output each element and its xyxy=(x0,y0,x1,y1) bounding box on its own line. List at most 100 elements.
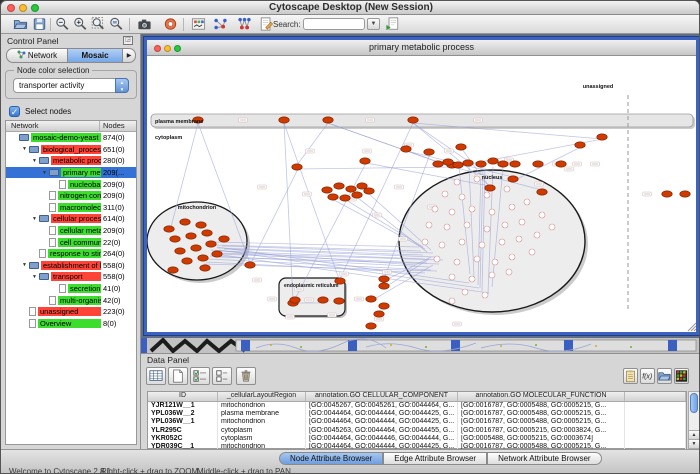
table-cell[interactable] xyxy=(625,418,686,426)
table-cell[interactable]: [GO:0044464, GO:0044444, GO:0044425, G..… xyxy=(306,418,458,426)
tree-row-unassigned[interactable]: unassigned223(0) xyxy=(6,306,136,318)
table-cell[interactable] xyxy=(625,427,686,435)
column-header[interactable] xyxy=(625,392,686,401)
expander-icon[interactable]: ▼ xyxy=(32,274,39,280)
table-cell[interactable]: [GO:0016787, GO:0005488, GO:0005215, G..… xyxy=(458,402,625,410)
scrollbar-thumb[interactable] xyxy=(690,393,698,413)
dropdown-stepper-icon[interactable]: ▲▼ xyxy=(115,78,129,93)
table-row[interactable]: YKR052Ccytoplasm[GO:0044464, GO:0044446,… xyxy=(148,435,686,443)
import-attributes-icon[interactable] xyxy=(657,368,672,384)
table-cell[interactable] xyxy=(625,435,686,443)
zoom-selected-region-icon[interactable] xyxy=(109,17,125,32)
tree-row-overview[interactable]: Overview8(0) xyxy=(6,318,136,330)
table-cell[interactable]: cytoplasm xyxy=(218,435,306,443)
table-row[interactable]: YPL036W__1mitochondrion[GO:0044464, GO:0… xyxy=(148,418,686,426)
tab-network[interactable]: Network xyxy=(6,48,67,63)
expander-icon[interactable]: ▼ xyxy=(32,158,39,164)
search-options-icon[interactable] xyxy=(385,17,401,32)
tree-row-response-to-stimulu[interactable]: response to stimulu264(0) xyxy=(6,248,136,260)
network-window-titlebar[interactable]: primary metabolic process xyxy=(147,40,696,56)
table-cell[interactable]: [GO:0016787, GO:0005488, GO:0005215, G..… xyxy=(458,418,625,426)
attribute-table-header[interactable]: ID_cellularLayoutRegionannotation.GO CEL… xyxy=(148,392,686,402)
float-panel-icon[interactable]: ◲ xyxy=(123,36,133,45)
table-cell[interactable]: YPL036W__1 xyxy=(148,418,218,426)
save-session-icon[interactable] xyxy=(32,17,48,32)
table-cell[interactable]: [GO:0016787, GO:0005215, GO:0003824, G..… xyxy=(458,427,625,435)
table-cell[interactable]: YKR052C xyxy=(148,435,218,443)
tab-overflow-button[interactable]: ▶ xyxy=(123,48,136,63)
tree-row-cellular-process[interactable]: ▼cellular process614(0) xyxy=(6,213,136,225)
tree-row-metabolic-process[interactable]: ▼metabolic process280(0) xyxy=(6,155,136,167)
table-row[interactable]: YJR121W__1mitochondrion[GO:0045267, GO:0… xyxy=(148,402,686,410)
table-cell[interactable]: [GO:0016787, GO:0005488, GO:0005215, G..… xyxy=(458,410,625,418)
search-dropdown-icon[interactable]: ▼ xyxy=(367,18,380,30)
tree-row-nitrogen-compo[interactable]: nitrogen compo209(0) xyxy=(6,190,136,202)
network-canvas[interactable]: plasma membranecytoplasmmitochondrionnuc… xyxy=(147,57,696,332)
tree-row-mosaic-demo-yeast[interactable]: mosaic-demo-yeast874(0) xyxy=(6,132,136,144)
select-nodes-checkbox[interactable]: ✓ xyxy=(9,106,20,117)
new-attribute-icon[interactable] xyxy=(168,367,188,385)
open-file-icon[interactable] xyxy=(13,17,29,32)
column-header[interactable]: annotation.GO MOLECULAR_FUNCTION xyxy=(458,392,625,401)
table-cell[interactable]: [GO:0044464, GO:0044446, GO:0044444, G..… xyxy=(306,435,458,443)
network-view-window[interactable]: primary metabolic process plasma membran… xyxy=(144,37,699,335)
tree-row-transport[interactable]: ▼transport558(0) xyxy=(6,271,136,283)
vizmapper-icon[interactable] xyxy=(191,17,207,32)
table-cell[interactable]: [GO:0045267, GO:0045261, GO:0044464, G..… xyxy=(306,402,458,410)
attribute-table-body[interactable]: YJR121W__1mitochondrion[GO:0045267, GO:0… xyxy=(148,402,686,451)
tree-row-establishment-of-lo[interactable]: ▼establishment of lo558(0) xyxy=(6,260,136,272)
table-cell[interactable] xyxy=(625,402,686,410)
column-header[interactable]: _cellularLayoutRegion xyxy=(218,392,306,401)
tree-row-biological-process[interactable]: ▼biological_process651(0) xyxy=(6,144,136,156)
table-cell[interactable]: YJR121W__1 xyxy=(148,402,218,410)
help-ring-icon[interactable] xyxy=(163,17,179,32)
table-cell[interactable]: [GO:0045263, GO:0044464, GO:0044455, G..… xyxy=(306,427,458,435)
table-scrollbar[interactable]: ▲ ▼ xyxy=(688,391,700,449)
function-builder-icon[interactable]: f(x) xyxy=(640,368,655,384)
table-row[interactable]: YLR295Ccytoplasm[GO:0045263, GO:0044464,… xyxy=(148,427,686,435)
expander-icon[interactable]: ▼ xyxy=(22,262,29,268)
delete-attribute-icon[interactable] xyxy=(236,367,256,385)
tree-row-multi-organism-pro[interactable]: multi-organism pro42(0) xyxy=(6,294,136,306)
tab-node-attribute-browser[interactable]: Node Attribute Browser xyxy=(279,452,383,465)
table-cell[interactable]: cytoplasm xyxy=(218,427,306,435)
expander-icon[interactable]: ▼ xyxy=(32,216,39,222)
tree-row-secretion[interactable]: secretion41(0) xyxy=(6,283,136,295)
zoom-fit-icon[interactable] xyxy=(91,17,107,32)
heatmap-icon[interactable] xyxy=(674,368,689,384)
column-header[interactable]: annotation.GO CELLULAR_COMPONENT xyxy=(306,392,458,401)
table-cell[interactable]: [GO:0044464, GO:0044444, GO:0044425, G..… xyxy=(306,410,458,418)
zoom-out-icon[interactable] xyxy=(55,17,71,32)
table-cell[interactable]: mitochondrion xyxy=(218,402,306,410)
node-color-dropdown[interactable]: transporter activity ▲▼ xyxy=(13,78,129,93)
tab-mosaic[interactable]: Mosaic xyxy=(67,48,123,63)
layout-attribute-icon[interactable] xyxy=(237,17,253,32)
tree-row-macromolecule[interactable]: macromolecule311(0) xyxy=(6,202,136,214)
tab-network-attribute-browser[interactable]: Network Attribute Browser xyxy=(487,452,601,465)
search-input[interactable] xyxy=(303,18,365,30)
select-attributes-icon[interactable] xyxy=(190,367,210,385)
table-cell[interactable]: plasma membrane xyxy=(218,410,306,418)
export-snapshot-icon[interactable] xyxy=(137,17,153,32)
tree-row-nucleobase-[interactable]: nucleobase-209(0) xyxy=(6,178,136,190)
table-row[interactable]: YPL036W__2plasma membrane[GO:0044464, GO… xyxy=(148,410,686,418)
tab-edge-attribute-browser[interactable]: Edge Attribute Browser xyxy=(383,452,487,465)
expander-icon[interactable]: ▼ xyxy=(42,170,49,176)
attribute-table[interactable]: ID_cellularLayoutRegionannotation.GO CEL… xyxy=(147,391,687,449)
column-header[interactable]: ID xyxy=(148,392,218,401)
table-cell[interactable]: mitochondrion xyxy=(218,418,306,426)
tree-row-primary-metabo[interactable]: ▼primary metabo209(... xyxy=(6,167,136,179)
attribute-matrix-icon[interactable] xyxy=(146,367,166,385)
zoom-in-icon[interactable] xyxy=(73,17,89,32)
table-cell[interactable]: YLR295C xyxy=(148,427,218,435)
expander-icon[interactable]: ▼ xyxy=(22,146,29,152)
tree-row-cell-communicat[interactable]: cell communicat22(0) xyxy=(6,236,136,248)
notes-icon[interactable] xyxy=(623,368,638,384)
network-graph[interactable]: plasma membranecytoplasmmitochondrionnuc… xyxy=(147,57,696,332)
table-cell[interactable]: YPL036W__2 xyxy=(148,410,218,418)
unselect-attributes-icon[interactable] xyxy=(212,367,232,385)
tree-row-cellular-metabol[interactable]: cellular metabol209(0) xyxy=(6,225,136,237)
scroll-up-icon[interactable]: ▲ xyxy=(689,430,699,439)
layout-spring-icon[interactable] xyxy=(213,17,229,32)
table-cell[interactable] xyxy=(625,410,686,418)
